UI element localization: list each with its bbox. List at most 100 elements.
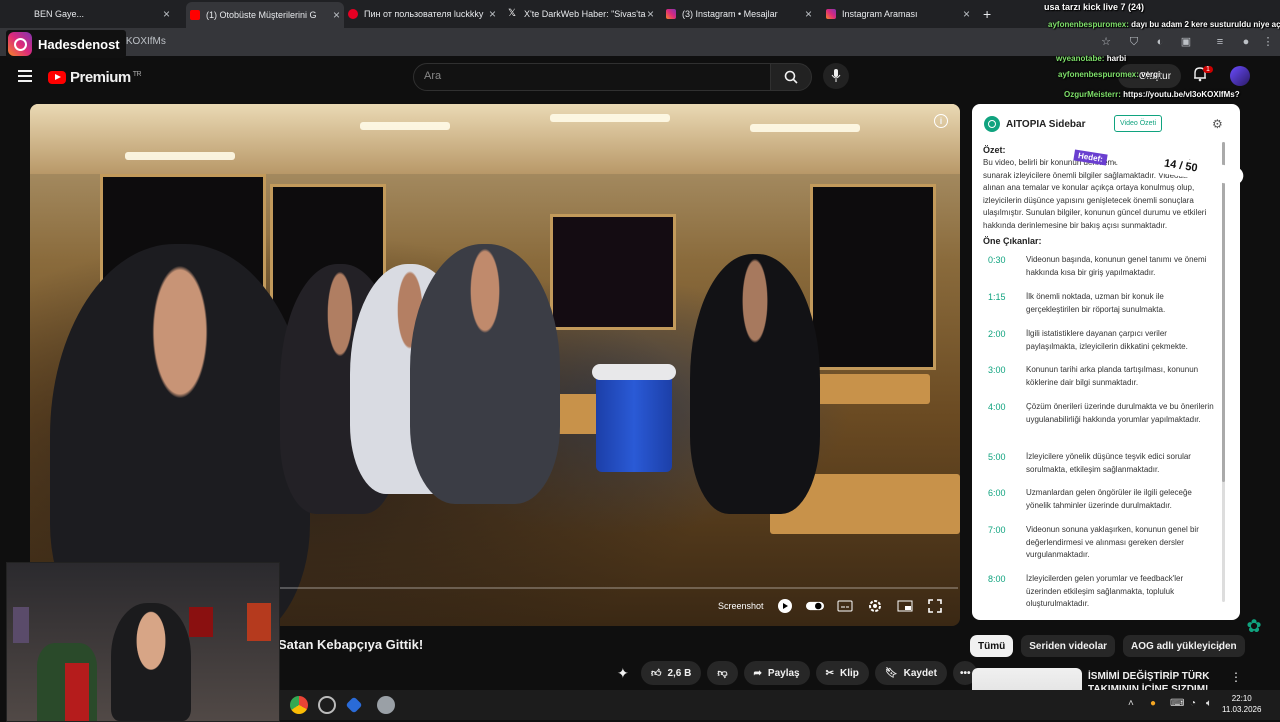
save-label: Kaydet — [903, 667, 937, 679]
close-icon[interactable]: × — [163, 7, 170, 21]
tab-first[interactable]: BEN Gaye... × — [34, 4, 174, 24]
close-icon[interactable]: × — [805, 7, 812, 21]
menu-icon[interactable] — [18, 70, 32, 85]
chrome-icon[interactable] — [290, 696, 308, 714]
taskbar-clock[interactable]: 22:10 11.03.2026 — [1222, 693, 1261, 715]
keyboard-icon[interactable]: ⌨ — [1170, 698, 1184, 709]
chip-all[interactable]: Tümü — [970, 635, 1014, 657]
highlight-time[interactable]: 5:00 — [988, 451, 1014, 476]
tab-x[interactable]: 𝕏 X'te DarkWeb Haber: "Sivas'ta × — [508, 4, 658, 24]
youtube-logo[interactable]: Premium TR — [48, 69, 142, 86]
video-summary-button[interactable]: Video Özeti — [1114, 115, 1163, 132]
highlight-item[interactable]: 4:00 Çözüm önerileri üzerinde durulmakta… — [988, 401, 1214, 426]
settings-gear-icon[interactable] — [866, 598, 884, 614]
player-controls: Screenshot — [718, 598, 944, 614]
highlight-item[interactable]: 6:00 Uzmanlardan gelen öngörüler ile ilg… — [988, 487, 1214, 512]
highlight-time[interactable]: 3:00 — [988, 364, 1014, 389]
thumbs-down-icon: 👎︎ — [717, 668, 728, 679]
tab-first-label: BEN Gaye... — [34, 9, 85, 19]
youtube-favicon-icon — [190, 10, 200, 20]
subtitles-icon[interactable] — [836, 598, 854, 614]
webcam-overlay — [6, 562, 280, 722]
instagram-icon — [8, 32, 32, 56]
highlight-item[interactable]: 7:00 Videonun sonuna yaklaşırken, konunu… — [988, 524, 1214, 562]
tab-label: (1) Otobüste Müşterilerini G — [206, 10, 317, 20]
miniplayer-icon[interactable] — [896, 598, 914, 614]
highlight-time[interactable]: 7:00 — [988, 524, 1014, 562]
tab-label: Пин от пользователя luckkky — [364, 9, 484, 19]
chat-message: ayfonenbespuromex: dayı bu adam 2 kere s… — [1048, 20, 1280, 29]
dislike-button[interactable]: 👎︎ — [707, 661, 738, 685]
highlight-time[interactable]: 2:00 — [988, 328, 1014, 353]
chat-message: wyeanotabe: harbi — [1056, 54, 1127, 63]
tab-pinterest[interactable]: Пин от пользователя luckkky × — [348, 4, 500, 24]
tab-instagram-messages[interactable]: (3) Instagram • Mesajlar × — [666, 4, 816, 24]
chip-uploader[interactable]: AOG adlı yükleyiciden — [1123, 635, 1245, 657]
save-button[interactable]: 🔖︎ Kaydet — [874, 661, 947, 685]
highlight-item[interactable]: 0:30 Videonun başında, konunun genel tan… — [988, 254, 1214, 279]
highlight-text: Konunun tarihi arka planda tartışılması,… — [1026, 365, 1199, 387]
notification-app-icon[interactable]: ● — [1150, 698, 1156, 709]
wifi-icon[interactable]: ◔ — [1190, 698, 1196, 709]
scissors-icon: ✂ — [825, 667, 834, 679]
close-icon[interactable]: × — [647, 7, 654, 21]
tab-instagram-search[interactable]: Instagram Araması × — [826, 4, 974, 24]
more-vertical-icon[interactable]: ⋮ — [1230, 670, 1242, 684]
chevron-right-icon[interactable]: › — [1218, 641, 1222, 655]
highlight-text: İlk önemli noktada, uzman bir konuk ile … — [1026, 292, 1166, 314]
highlight-item[interactable]: 5:00 İzleyicilere yönelik düşünce teşvik… — [988, 451, 1214, 476]
highlight-item[interactable]: 1:15 İlk önemli noktada, uzman bir konuk… — [988, 291, 1214, 316]
search-placeholder: Ara — [424, 70, 442, 82]
highlight-time[interactable]: 1:15 — [988, 291, 1014, 316]
info-icon[interactable]: i — [934, 114, 948, 128]
highlight-text: Çözüm önerileri üzerinde durulmakta ve b… — [1026, 402, 1214, 424]
highlights-heading: Öne Çıkanlar: — [983, 236, 1042, 246]
autoplay-toggle[interactable] — [805, 598, 824, 614]
autoplay-icon[interactable] — [776, 598, 794, 614]
video-title: Satan Kebapçıya Gittik! — [278, 637, 424, 652]
app-icon[interactable] — [318, 696, 336, 714]
share-button[interactable]: ➦ Paylaş — [743, 661, 810, 685]
highlight-item[interactable]: 3:00 Konunun tarihi arka planda tartışıl… — [988, 364, 1214, 389]
stream-chat-overlay: usa tarzı kick live 7 (24) ayfonenbespur… — [1040, 0, 1280, 110]
close-icon[interactable]: × — [489, 7, 496, 21]
highlight-time[interactable]: 8:00 — [988, 573, 1014, 609]
highlight-text: İzleyicilere yönelik düşünce teşvik edic… — [1026, 452, 1191, 474]
chip-series[interactable]: Seriden videolar — [1021, 635, 1116, 657]
close-icon[interactable]: × — [963, 7, 970, 21]
search-input[interactable]: Ara — [413, 63, 773, 91]
chat-message: usa tarzı kick live 7 (24) — [1044, 2, 1145, 12]
video-player[interactable] — [30, 104, 960, 626]
clip-button[interactable]: ✂ Klip — [815, 661, 869, 685]
url-field[interactable]: .com/watch?v=vI3oKOXIfMs — [40, 32, 1060, 52]
like-button[interactable]: 👍︎ 2,6 B — [641, 661, 702, 685]
chat-message: OzgurMeisterr: https://youtu.be/vI3oKOXI… — [1064, 90, 1240, 99]
youtube-play-icon — [48, 71, 66, 84]
settings-gear-icon[interactable]: ⚙ — [1212, 117, 1223, 131]
voice-search-button[interactable] — [823, 63, 849, 89]
highlight-item[interactable]: 8:00 İzleyicilerden gelen yorumlar ve fe… — [988, 573, 1214, 609]
tab-label: Instagram Araması — [842, 9, 918, 19]
sidebar-scrollbar[interactable] — [1222, 142, 1225, 602]
highlight-time[interactable]: 4:00 — [988, 401, 1014, 426]
close-icon[interactable]: × — [333, 8, 340, 22]
screenshot-label[interactable]: Screenshot — [718, 601, 764, 611]
filter-chips: Tümü Seriden videolar AOG adlı yükleyici… — [970, 635, 1245, 657]
share-icon: ➦ — [753, 667, 762, 679]
highlight-time[interactable]: 0:30 — [988, 254, 1014, 279]
chatgpt-icon[interactable]: ✿ — [1244, 616, 1264, 636]
video-progress-bar[interactable] — [278, 587, 958, 589]
chevron-up-icon[interactable]: ˄ — [1128, 698, 1134, 709]
tab-youtube-active[interactable]: (1) Otobüste Müşterilerini G × — [186, 2, 344, 28]
water-cooler — [592, 364, 676, 472]
bolt-icon[interactable]: ✦ — [617, 665, 635, 682]
clock-time: 22:10 — [1231, 694, 1252, 703]
new-tab-icon[interactable]: + — [983, 6, 991, 22]
search-button[interactable] — [770, 63, 812, 91]
fullscreen-icon[interactable] — [926, 598, 944, 614]
highlight-time[interactable]: 6:00 — [988, 487, 1014, 512]
settings-icon[interactable] — [377, 696, 395, 714]
clip-label: Klip — [840, 667, 859, 679]
volume-icon[interactable]: 🔈︎ — [1206, 698, 1212, 709]
highlight-item[interactable]: 2:00 İlgili istatistiklere dayanan çarpı… — [988, 328, 1214, 353]
